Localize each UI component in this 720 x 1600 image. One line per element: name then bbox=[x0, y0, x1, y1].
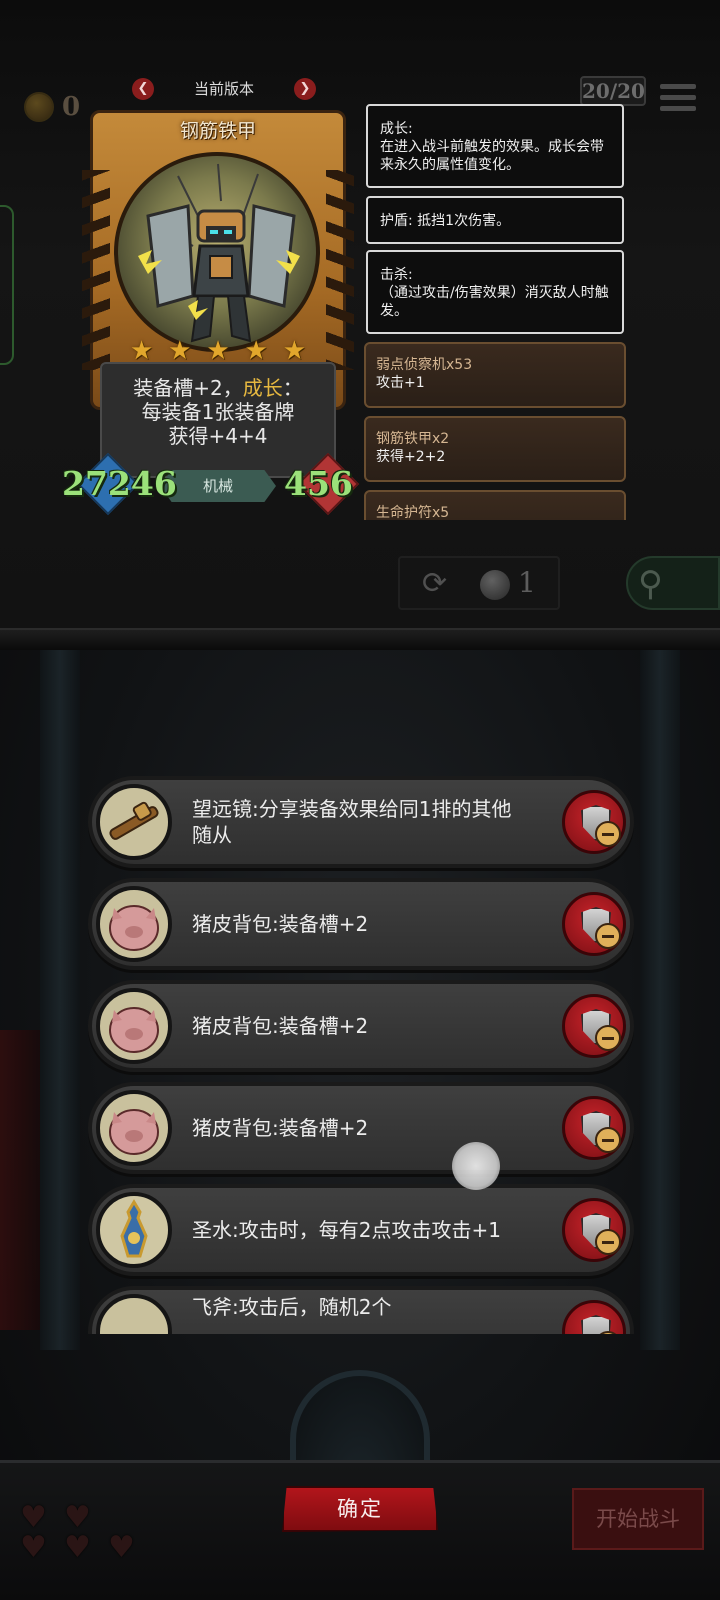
search-button[interactable]: ⚲ bbox=[626, 556, 720, 610]
buff-source-name: 生命护符x5 bbox=[376, 505, 450, 520]
keyword-title: 成长: bbox=[380, 121, 413, 137]
buff-source-name: 弱点侦察机x53 bbox=[376, 357, 473, 373]
buff-source-effect: 获得+2+2 bbox=[376, 449, 446, 465]
minus-icon bbox=[595, 1127, 621, 1153]
card-description-line-1: 装备槽+2，成长： bbox=[110, 376, 326, 400]
equipment-row[interactable]: 望远镜:分享装备效果给同1排的其他随从 bbox=[88, 776, 634, 868]
card-description: 装备槽+2，成长： 每装备1张装备牌 获得+4+4 bbox=[100, 362, 336, 478]
refresh-token-count: 1 bbox=[518, 566, 536, 599]
lives-display: ♥ ♥ ♥ ♥ ♥ bbox=[18, 1500, 148, 1580]
keyword-kill: 击杀: （通过攻击/伤害效果）消灭敌人时触发。 bbox=[366, 250, 624, 334]
pig-backpack-icon bbox=[96, 988, 172, 1064]
pig-backpack-icon bbox=[96, 1090, 172, 1166]
unit-card: 钢筋铁甲 ★ ★ ★ ★ ★ 装备槽+2，成长： 每装备1张装备牌 获得+4+4… bbox=[62, 110, 360, 518]
pig-backpack-icon bbox=[96, 886, 172, 962]
heart-icon: ♥ bbox=[108, 1530, 135, 1565]
telescope-icon bbox=[96, 784, 172, 860]
heart-icon: ♥ bbox=[20, 1530, 47, 1565]
right-pillar bbox=[640, 650, 680, 1350]
unequip-button[interactable] bbox=[562, 1096, 626, 1160]
minus-icon bbox=[595, 1025, 621, 1051]
equipment-description: 猪皮背包:装备槽+2 bbox=[192, 912, 369, 936]
minus-icon bbox=[595, 821, 621, 847]
left-curtain bbox=[0, 1030, 40, 1330]
version-label: 当前版本 bbox=[193, 80, 254, 98]
search-icon: ⚲ bbox=[638, 564, 663, 604]
keyword-title: 护盾: 抵挡1次伤害。 bbox=[380, 213, 511, 229]
buff-source-effect: 攻击+1 bbox=[376, 375, 425, 391]
next-version-button[interactable]: ❯ bbox=[294, 78, 316, 100]
heart-icon: ♥ bbox=[64, 1530, 91, 1565]
growth-keyword[interactable]: 成长 bbox=[243, 376, 283, 400]
equipment-row[interactable]: 飞斧:攻击后，随机2个 bbox=[88, 1286, 634, 1334]
buff-source-name: 钢筋铁甲x2 bbox=[376, 431, 450, 447]
refresh-icon[interactable]: ⟳ bbox=[422, 566, 447, 601]
robot-portrait bbox=[114, 152, 320, 352]
equipment-row[interactable]: 猪皮背包:装备槽+2 bbox=[88, 878, 634, 970]
equipment-row[interactable]: 猪皮背包:装备槽+2 bbox=[88, 980, 634, 1072]
equipment-description: 猪皮背包:装备槽+2 bbox=[192, 1014, 369, 1038]
attack-value: 27246 bbox=[62, 464, 177, 503]
keyword-title: 击杀: bbox=[380, 267, 413, 283]
equipment-list[interactable]: 望远镜:分享装备效果给同1排的其他随从 猪皮背包:装备槽+2 猪皮背包:装备槽+… bbox=[88, 776, 640, 1334]
equipment-description: 圣水:攻击时，每有2点攻击攻击+1 bbox=[192, 1218, 501, 1242]
buff-source-item: 生命护符x5 bbox=[364, 490, 626, 520]
robot-illustration bbox=[138, 163, 300, 343]
keyword-info-panel[interactable]: 成长: 在进入战斗前触发的效果。成长会带来永久的属性值变化。 护盾: 抵挡1次伤… bbox=[358, 100, 634, 520]
keyword-shield: 护盾: 抵挡1次伤害。 bbox=[366, 196, 624, 244]
section-divider bbox=[0, 628, 720, 650]
minus-icon bbox=[595, 923, 621, 949]
desc-colon: ： bbox=[282, 376, 303, 400]
coin-icon bbox=[24, 92, 54, 122]
health-value: 456 bbox=[284, 464, 353, 503]
equipment-description: 飞斧:攻击后，随机2个 bbox=[192, 1295, 392, 1319]
token-icon bbox=[480, 570, 510, 600]
card-description-line-2: 每装备1张装备牌 bbox=[141, 400, 295, 424]
previous-version-button[interactable]: ❮ bbox=[132, 78, 154, 100]
confirm-button[interactable]: 确定 bbox=[282, 1486, 438, 1532]
buff-source-item: 钢筋铁甲x2 获得+2+2 bbox=[364, 416, 626, 482]
card-spikes-right bbox=[326, 170, 354, 370]
touch-indicator bbox=[452, 1142, 500, 1190]
card-spikes-left bbox=[82, 170, 110, 370]
buff-source-item: 弱点侦察机x53 攻击+1 bbox=[364, 342, 626, 408]
left-pillar bbox=[40, 650, 80, 1350]
keyword-text: （通过攻击/伤害效果）消灭敌人时触发。 bbox=[380, 285, 609, 319]
card-name: 钢筋铁甲 bbox=[179, 120, 256, 142]
unequip-button[interactable] bbox=[562, 790, 626, 854]
equipment-description: 望远镜:分享装备效果给同1排的其他随从 bbox=[192, 797, 512, 847]
card-description-line-3: 获得+4+4 bbox=[168, 424, 268, 448]
coin-count: 0 bbox=[62, 92, 81, 122]
keyword-text: 在进入战斗前触发的效果。成长会带来永久的属性值变化。 bbox=[380, 139, 604, 173]
keyword-growth: 成长: 在进入战斗前触发的效果。成长会带来永久的属性值变化。 bbox=[366, 104, 624, 188]
minus-icon bbox=[595, 1229, 621, 1255]
menu-icon[interactable] bbox=[660, 84, 696, 120]
unequip-button[interactable] bbox=[562, 994, 626, 1058]
equipment-row[interactable]: 圣水:攻击时，每有2点攻击攻击+1 bbox=[88, 1184, 634, 1276]
refresh-panel[interactable]: ⟳ 1 bbox=[398, 556, 560, 610]
holy-water-icon bbox=[96, 1192, 172, 1268]
equipment-row[interactable]: 猪皮背包:装备槽+2 bbox=[88, 1082, 634, 1174]
unequip-button[interactable] bbox=[562, 892, 626, 956]
side-tab[interactable] bbox=[0, 205, 14, 365]
desc-prefix: 装备槽+2， bbox=[133, 376, 243, 400]
unequip-button[interactable] bbox=[562, 1198, 626, 1262]
start-battle-button[interactable]: 开始战斗 bbox=[572, 1488, 704, 1550]
